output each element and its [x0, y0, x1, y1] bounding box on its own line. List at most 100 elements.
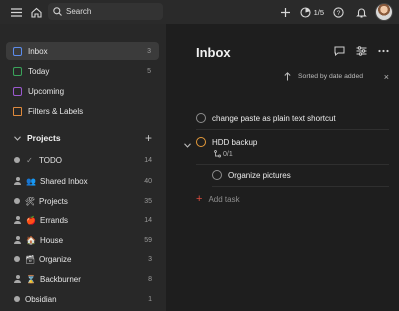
home-icon[interactable]: [27, 3, 45, 21]
search-icon: [53, 7, 62, 16]
top-bar: 1/5 ?: [0, 0, 399, 24]
nav-item-inbox[interactable]: Inbox 3: [6, 42, 159, 60]
sidebar: Inbox 3 Today 5 Upcoming Filters & Label…: [0, 24, 166, 311]
project-item-projects[interactable]: 🛠 Projects 35: [14, 193, 154, 209]
search-box[interactable]: [48, 3, 163, 20]
sort-label: Sorted by date added: [298, 73, 363, 80]
project-label: Obsidian: [25, 294, 57, 304]
project-label: Errands: [40, 215, 69, 225]
add-task-button[interactable]: + Add task: [196, 193, 240, 205]
projects-header-label: Projects: [27, 133, 61, 143]
subtask-item[interactable]: Organize pictures: [212, 170, 291, 180]
task-item[interactable]: change paste as plain text shortcut: [196, 113, 336, 123]
comment-icon[interactable]: [334, 46, 345, 56]
more-icon[interactable]: [378, 46, 389, 56]
progress-text: 1/5: [313, 7, 324, 17]
project-dot-icon: [14, 198, 20, 204]
project-label: Backburner: [40, 274, 81, 284]
sort-indicator[interactable]: Sorted by date added ×: [284, 72, 389, 82]
subtask-count-text: 0/1: [223, 150, 233, 158]
bell-icon[interactable]: [352, 3, 370, 21]
menu-icon[interactable]: [7, 3, 25, 21]
nav-item-label: Today: [28, 66, 50, 76]
project-count: 1: [148, 295, 152, 303]
svg-text:?: ?: [336, 10, 340, 17]
progress-pie-icon: [300, 6, 311, 18]
inbox-icon: [13, 46, 22, 56]
project-item-todo[interactable]: ✓ TODO 14: [14, 152, 154, 168]
project-label: Organize: [39, 254, 72, 264]
search-input[interactable]: [66, 7, 156, 16]
task-divider: [196, 164, 389, 165]
nav-item-label: Inbox: [28, 46, 48, 56]
avatar[interactable]: [375, 3, 393, 21]
task-checkbox[interactable]: [196, 113, 206, 123]
nav-item-count: 5: [147, 67, 151, 75]
help-icon[interactable]: ?: [329, 3, 347, 21]
project-emoji: 🛠: [25, 196, 36, 206]
project-emoji: 🍎: [26, 215, 36, 225]
task-checkbox[interactable]: [212, 170, 222, 180]
project-count: 40: [144, 177, 152, 185]
view-options-icon[interactable]: [356, 46, 367, 56]
close-icon[interactable]: ×: [384, 72, 389, 82]
chevron-down-icon: [14, 135, 21, 141]
project-emoji: 👥: [26, 176, 36, 186]
project-label: Projects: [39, 196, 68, 206]
add-project-icon[interactable]: +: [145, 132, 152, 144]
project-emoji: 🗃: [25, 254, 36, 264]
project-count: 35: [144, 197, 152, 205]
nav-item-filters-labels[interactable]: Filters & Labels: [6, 102, 159, 120]
project-label: Shared Inbox: [40, 176, 88, 186]
project-count: 14: [144, 216, 152, 224]
project-emoji: ✓: [26, 155, 33, 165]
nav-item-count: 3: [147, 47, 151, 55]
arrow-up-icon: [284, 72, 291, 81]
filters-icon: [13, 106, 22, 116]
project-item-house[interactable]: 🏠 House 59: [14, 232, 154, 248]
project-item-organize[interactable]: 🗃 Organize 3: [14, 251, 154, 267]
page-title: Inbox: [196, 45, 231, 60]
task-checkbox[interactable]: [196, 137, 206, 147]
nav-item-upcoming[interactable]: Upcoming: [6, 82, 159, 100]
chevron-down-icon[interactable]: [184, 141, 191, 150]
nav-item-today[interactable]: Today 5: [6, 62, 159, 80]
subtask-count: 0/1: [214, 150, 233, 158]
shared-person-icon: [14, 275, 21, 283]
task-divider: [212, 186, 389, 187]
task-title: change paste as plain text shortcut: [212, 113, 336, 123]
calendar-today-icon: [13, 66, 22, 76]
project-dot-icon: [14, 256, 20, 262]
project-item-obsidian[interactable]: Obsidian 1: [14, 291, 154, 307]
productivity-progress[interactable]: 1/5: [300, 6, 324, 18]
plus-icon: +: [196, 193, 203, 205]
project-dot-icon: [14, 296, 20, 302]
task-divider: [196, 129, 389, 130]
project-emoji: ⌛: [26, 274, 36, 284]
main-content: Inbox Sorted by date added × change past…: [166, 24, 399, 311]
project-count: 59: [144, 236, 152, 244]
project-label: TODO: [39, 155, 62, 165]
project-item-backburner[interactable]: ⌛ Backburner 8: [14, 271, 154, 287]
subtask-icon: [214, 150, 221, 158]
shared-person-icon: [14, 216, 21, 224]
task-item[interactable]: HDD backup: [196, 137, 257, 147]
project-item-errands[interactable]: 🍎 Errands 14: [14, 212, 154, 228]
add-icon[interactable]: [277, 3, 295, 21]
shared-person-icon: [14, 236, 21, 244]
project-emoji: 🏠: [26, 235, 36, 245]
task-title: Organize pictures: [228, 170, 291, 180]
nav-item-label: Filters & Labels: [28, 106, 84, 116]
project-item-shared-inbox[interactable]: 👥 Shared Inbox 40: [14, 173, 154, 189]
add-task-label: Add task: [208, 194, 240, 204]
task-title: HDD backup: [212, 137, 258, 147]
nav-item-label: Upcoming: [28, 86, 65, 96]
calendar-upcoming-icon: [13, 86, 22, 96]
project-count: 8: [148, 275, 152, 283]
project-count: 14: [144, 156, 152, 164]
projects-header[interactable]: Projects: [14, 133, 154, 143]
project-label: House: [40, 235, 64, 245]
project-dot-icon: [14, 157, 20, 163]
shared-person-icon: [14, 177, 21, 185]
project-count: 3: [148, 255, 152, 263]
